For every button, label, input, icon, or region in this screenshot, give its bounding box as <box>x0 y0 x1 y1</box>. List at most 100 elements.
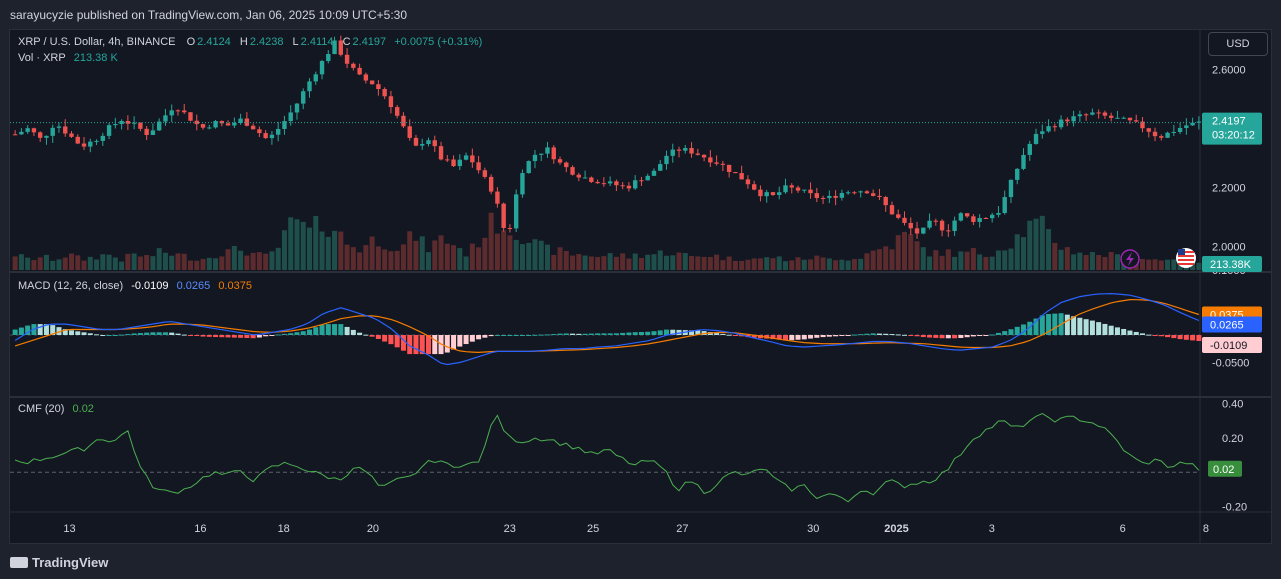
volume-bar <box>526 242 532 270</box>
candle-body <box>971 216 976 222</box>
candle-body <box>1033 133 1039 144</box>
volume-bar <box>927 256 933 270</box>
volume-bar <box>1108 251 1114 270</box>
candle-body <box>1134 120 1139 122</box>
candle-body <box>326 54 331 62</box>
candle-body <box>808 189 813 194</box>
volume-bar <box>1114 254 1120 270</box>
macd-hist-bar <box>1071 316 1077 335</box>
macd-hist-bar <box>851 334 857 336</box>
volume-bar <box>62 257 68 270</box>
volume-bar <box>125 253 131 270</box>
low-value: 2.4114 <box>300 36 334 48</box>
volume-bar <box>739 260 745 270</box>
low-label: L <box>292 36 299 48</box>
volume-bar <box>451 245 457 270</box>
volume-bar <box>851 259 857 270</box>
macd-hist-bar <box>895 334 901 336</box>
volume-bar <box>601 256 607 270</box>
volume-bar <box>256 252 262 270</box>
time-tick-label: 20 <box>367 523 379 535</box>
volume-label[interactable]: Vol · XRP <box>18 52 66 64</box>
candle-body <box>200 124 206 128</box>
cmf-line <box>14 413 1200 503</box>
macd-hist-bar <box>1139 333 1146 335</box>
volume-bar <box>826 258 832 270</box>
volume-bar <box>1146 259 1152 270</box>
macd-legend: MACD (12, 26, close) -0.0109 0.0265 0.03… <box>18 280 254 292</box>
macd-hist-bar <box>607 333 613 335</box>
volume-bar <box>313 216 319 270</box>
candle-body <box>31 128 37 133</box>
candle-body <box>1121 117 1126 119</box>
macd-hist-bar <box>187 335 194 336</box>
volume-bar <box>883 246 889 270</box>
time-tick-label: 30 <box>807 523 819 535</box>
cmf-legend-value: 0.02 <box>72 403 94 415</box>
candle-body <box>870 193 876 196</box>
volume-bar <box>68 253 75 270</box>
candle-body <box>207 127 212 129</box>
macd-tick-label: -0.0500 <box>1212 357 1249 369</box>
candle-body <box>282 121 287 129</box>
macd-hist-bar <box>1165 335 1171 338</box>
candle-body <box>420 144 425 146</box>
candle-body <box>1159 136 1164 138</box>
volume-bar <box>231 246 237 270</box>
candle-body <box>394 107 400 116</box>
macd-hist-bar <box>1183 335 1189 340</box>
candle-body <box>100 135 106 141</box>
candle-body <box>1171 132 1177 134</box>
macd-hist-bar <box>100 335 106 336</box>
macd-hist-bar <box>488 335 494 337</box>
macd-label[interactable]: MACD (12, 26, close) <box>18 280 123 292</box>
volume-bar <box>200 258 206 270</box>
candle-body <box>964 213 970 217</box>
currency-button[interactable]: USD <box>1208 32 1268 56</box>
macd-hist-bar <box>889 334 895 336</box>
volume-bar <box>1039 215 1045 270</box>
macd-hist-bar <box>256 335 262 338</box>
volume-bar <box>244 255 250 270</box>
macd-hist-bar <box>325 324 331 335</box>
candle-body <box>670 149 675 156</box>
cmf-value-badge-label: 0.02 <box>1213 464 1234 476</box>
candle-body <box>426 140 431 145</box>
macd-hist-bar <box>319 324 325 335</box>
candle-body <box>639 180 644 182</box>
volume-bar <box>645 254 651 270</box>
candle-body <box>708 157 713 163</box>
macd-hist-bar <box>482 335 488 338</box>
candle-body <box>789 185 794 188</box>
macd-hist-value: -0.0109 <box>131 280 169 292</box>
volume-bar <box>776 256 782 270</box>
macd-hist-bar <box>244 335 250 339</box>
volume-bar <box>989 256 995 270</box>
volume-bar <box>952 256 958 270</box>
candle-body <box>1115 117 1120 119</box>
macd-hist-bar <box>613 333 619 335</box>
macd-hist-bar <box>37 324 43 335</box>
volume-bar <box>319 231 325 270</box>
macd-hist-bar <box>789 335 795 341</box>
cmf-label[interactable]: CMF (20) <box>18 403 64 415</box>
candle-body <box>476 162 481 171</box>
volume-bar <box>425 252 432 270</box>
candle-body <box>1190 122 1195 126</box>
volume-bar <box>12 256 18 270</box>
volume-bar <box>833 260 839 270</box>
macd-hist-bar <box>1064 314 1070 335</box>
time-tick-label: 6 <box>1120 523 1126 535</box>
volume-bar <box>269 251 275 270</box>
tradingview-brand[interactable]: TradingView <box>10 555 108 570</box>
macd-hist-bar <box>275 334 281 336</box>
macd-hist-bar <box>1014 326 1020 335</box>
candle-body <box>344 54 350 64</box>
candle-body <box>1058 119 1064 128</box>
symbol-title[interactable]: XRP / U.S. Dollar, 4h, BINANCE <box>18 36 176 48</box>
volume-bar <box>501 230 507 270</box>
candle-body <box>113 124 118 126</box>
macd-hist-bar <box>106 335 112 336</box>
macd-hist-bar <box>858 334 864 336</box>
candle-body <box>1090 112 1095 115</box>
